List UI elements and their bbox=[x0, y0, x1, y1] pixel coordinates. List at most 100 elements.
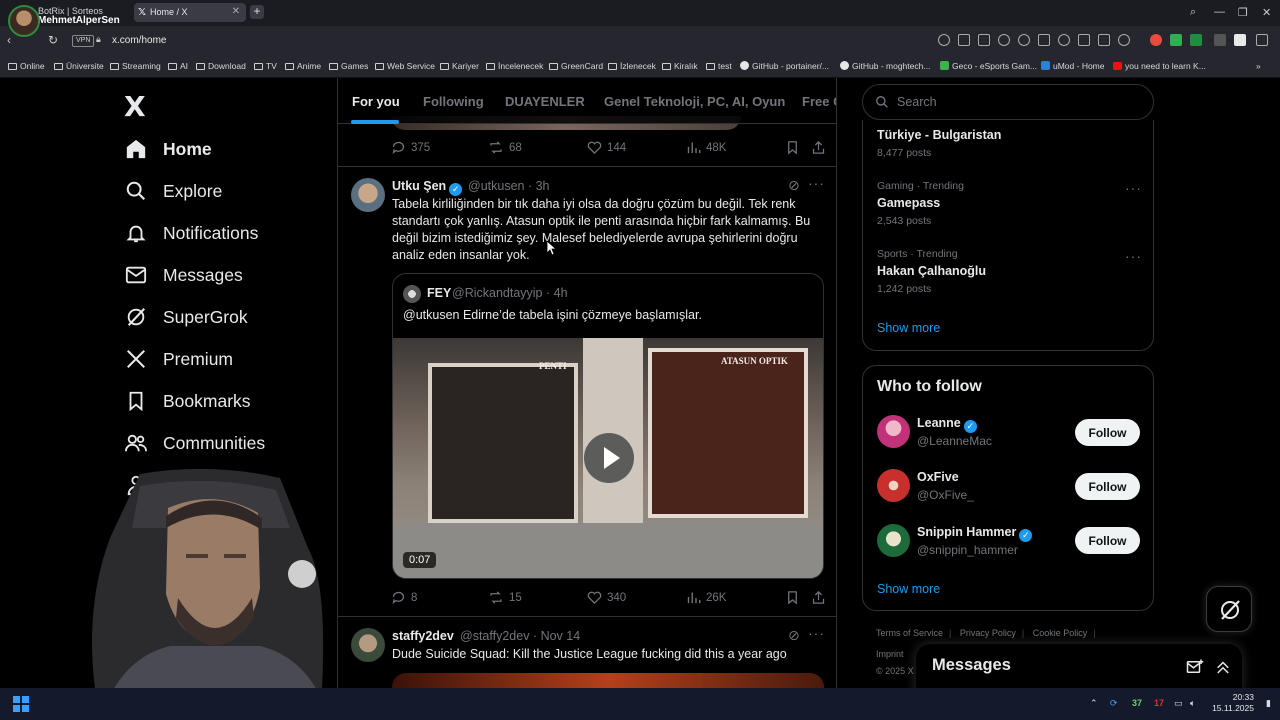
windows-start-icon[interactable] bbox=[13, 696, 29, 712]
follow-button[interactable]: Follow bbox=[1075, 527, 1140, 554]
nav-item-premium[interactable]: Premium bbox=[124, 344, 233, 374]
play-icon[interactable] bbox=[584, 433, 634, 483]
extension-icon[interactable] bbox=[1190, 34, 1202, 46]
bookmark-item[interactable]: Kariyer bbox=[440, 61, 479, 71]
post-media[interactable] bbox=[392, 673, 824, 688]
author-handle[interactable]: @utkusen · 3h bbox=[468, 179, 550, 193]
more-options-icon[interactable]: ··· bbox=[1125, 180, 1142, 196]
nav-item-explore[interactable]: Explore bbox=[124, 176, 222, 206]
like-button[interactable]: 340 bbox=[587, 590, 626, 605]
nav-item-bookmarks[interactable]: Bookmarks bbox=[124, 386, 251, 416]
menu-icon[interactable] bbox=[1098, 34, 1110, 46]
vpn-icon[interactable] bbox=[1018, 34, 1030, 46]
share-button[interactable] bbox=[811, 590, 831, 605]
notifications-icon[interactable]: ▮ bbox=[1266, 698, 1271, 709]
avatar[interactable] bbox=[351, 178, 385, 212]
nav-item-messages[interactable]: Messages bbox=[124, 260, 243, 290]
show-more-trends-link[interactable]: Show more bbox=[877, 321, 940, 335]
expand-drawer-icon[interactable] bbox=[1214, 658, 1232, 676]
more-options-icon[interactable]: ··· bbox=[808, 175, 825, 191]
video-player[interactable]: PENTI ATASUN OPTIK 0:07 bbox=[393, 338, 823, 578]
bookmark-post-button[interactable] bbox=[785, 140, 805, 155]
like-button[interactable]: 144 bbox=[587, 140, 626, 155]
new-message-icon[interactable] bbox=[1186, 658, 1204, 676]
grok-explain-icon[interactable]: ⊘ bbox=[788, 627, 801, 644]
system-clock[interactable]: 20:33 15.11.2025 bbox=[1210, 692, 1254, 714]
author-name[interactable]: Utku Şen ✓ bbox=[392, 179, 463, 196]
minimize-icon[interactable]: — bbox=[1214, 6, 1225, 18]
avatar[interactable] bbox=[877, 415, 910, 448]
tab-free-g[interactable]: Free G bbox=[802, 94, 836, 109]
show-more-follow-link[interactable]: Show more bbox=[877, 582, 940, 596]
cookie-link[interactable]: Cookie Policy bbox=[1033, 628, 1088, 638]
browser-profile-avatar[interactable] bbox=[8, 5, 40, 37]
bookmark-item[interactable]: Games bbox=[329, 61, 368, 71]
download-icon[interactable] bbox=[1078, 34, 1090, 46]
tab-duayenler[interactable]: DUAYENLER bbox=[505, 94, 585, 109]
tray-badge[interactable]: 37 bbox=[1132, 698, 1142, 708]
account-icon[interactable] bbox=[1118, 34, 1130, 46]
share-button[interactable] bbox=[811, 140, 831, 155]
tab-following[interactable]: Following bbox=[423, 94, 484, 109]
follow-button[interactable]: Follow bbox=[1075, 473, 1140, 500]
bookmark-item[interactable]: Web Service bbox=[375, 61, 435, 71]
repost-button[interactable]: 15 bbox=[488, 590, 522, 605]
privacy-link[interactable]: Privacy Policy bbox=[960, 628, 1016, 638]
nav-item-supergrok[interactable]: SuperGrok bbox=[124, 302, 248, 332]
url-field[interactable]: x.com/home bbox=[112, 35, 166, 46]
reload-icon[interactable]: ↻ bbox=[48, 33, 58, 47]
extension-icon[interactable] bbox=[1150, 34, 1162, 46]
bookmark-item[interactable]: GreenCard bbox=[549, 61, 603, 71]
bookmark-item[interactable]: İzlenecek bbox=[608, 61, 656, 71]
follow-button[interactable]: Follow bbox=[1075, 419, 1140, 446]
bookmarks-overflow-icon[interactable]: » bbox=[1256, 61, 1261, 71]
new-tab-button[interactable]: + bbox=[250, 5, 264, 19]
search-box[interactable] bbox=[862, 84, 1154, 120]
tray-badge[interactable]: 17 bbox=[1154, 698, 1164, 708]
bookmark-item[interactable]: Download bbox=[196, 61, 246, 71]
bookmark-item[interactable]: Geco - eSports Gam... bbox=[940, 61, 1037, 71]
avatar[interactable] bbox=[877, 469, 910, 502]
maximize-icon[interactable]: ❐ bbox=[1238, 6, 1248, 19]
bookmark-item[interactable]: test bbox=[706, 61, 732, 71]
quoted-tweet[interactable]: FEY @Rickandtayyip · 4h @utkusen Edirne’… bbox=[392, 273, 824, 579]
bookmark-item[interactable]: Online bbox=[8, 61, 45, 71]
reply-button[interactable]: 8 bbox=[391, 590, 417, 605]
bookmark-item[interactable]: AI bbox=[168, 61, 188, 71]
heart-icon[interactable] bbox=[1058, 34, 1070, 46]
tab-home-x[interactable]: 𝕏 Home / X ✕ bbox=[134, 3, 246, 22]
volume-icon[interactable]: 🔈︎ bbox=[1190, 698, 1195, 709]
nav-item-communities[interactable]: Communities bbox=[124, 428, 265, 458]
nav-item-home[interactable]: Home bbox=[124, 134, 212, 164]
extension-icon[interactable] bbox=[1234, 34, 1246, 46]
views-button[interactable]: 48K bbox=[686, 140, 726, 155]
zoom-icon[interactable] bbox=[938, 34, 950, 46]
tray-chevron-icon[interactable]: ⌃ bbox=[1090, 698, 1098, 709]
bookmark-item[interactable]: Üniversite bbox=[54, 61, 104, 71]
sync-icon[interactable]: ⟳ bbox=[1110, 698, 1118, 709]
grok-button[interactable] bbox=[1206, 586, 1252, 632]
vpn-badge[interactable]: VPN bbox=[72, 35, 95, 47]
messages-drawer[interactable]: Messages bbox=[916, 644, 1242, 694]
adblock-icon[interactable] bbox=[1170, 34, 1182, 46]
shield-icon[interactable] bbox=[998, 34, 1010, 46]
nav-item-notifications[interactable]: Notifications bbox=[124, 218, 258, 248]
grok-explain-icon[interactable]: ⊘ bbox=[788, 177, 801, 194]
browser-search-icon[interactable]: ⌕ bbox=[1190, 6, 1196, 19]
bookmark-item[interactable]: Streaming bbox=[110, 61, 161, 71]
bookmark-post-button[interactable] bbox=[785, 590, 805, 605]
close-window-icon[interactable]: ✕ bbox=[1262, 6, 1271, 19]
avatar[interactable] bbox=[877, 524, 910, 557]
bookmark-item[interactable]: GitHub - moghtech... bbox=[840, 61, 930, 71]
terms-link[interactable]: Terms of Service bbox=[876, 628, 943, 638]
tab-for-you[interactable]: For you bbox=[352, 94, 400, 109]
repost-button[interactable]: 68 bbox=[488, 140, 522, 155]
more-options-icon[interactable]: ··· bbox=[808, 625, 825, 641]
network-icon[interactable]: ▭ bbox=[1174, 698, 1183, 709]
author-handle[interactable]: @staffy2dev · Nov 14 bbox=[460, 629, 580, 643]
edit-icon[interactable] bbox=[958, 34, 970, 46]
camera-icon[interactable] bbox=[978, 34, 990, 46]
more-options-icon[interactable]: ··· bbox=[1125, 248, 1142, 264]
reply-button[interactable]: 375 bbox=[391, 140, 430, 155]
bookmark-item[interactable]: TV bbox=[254, 61, 277, 71]
